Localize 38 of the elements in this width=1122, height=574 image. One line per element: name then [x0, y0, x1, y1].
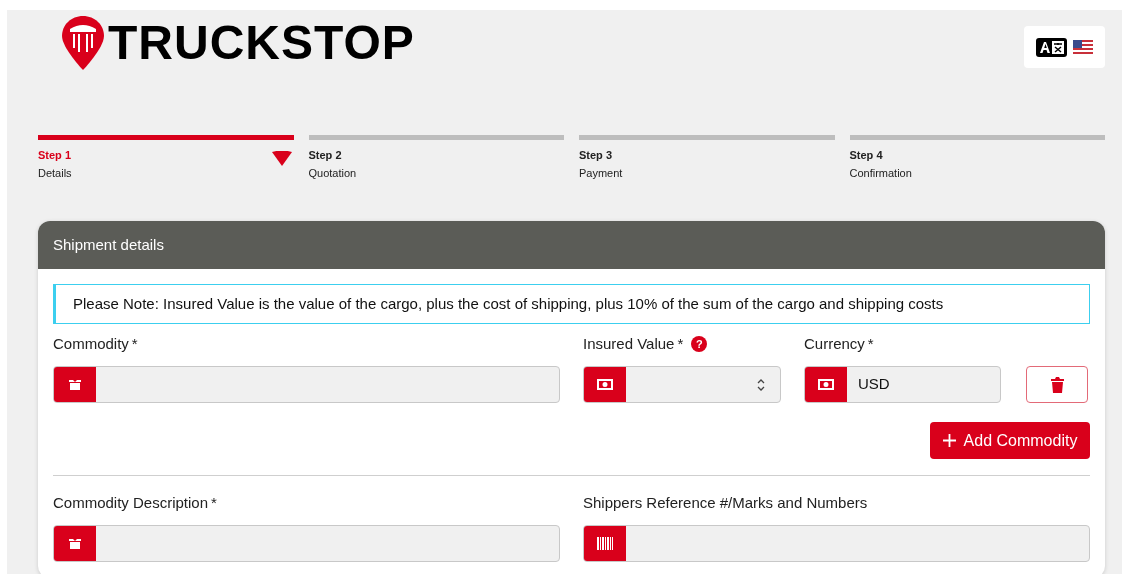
step-tab[interactable]: Step 1 Details — [38, 135, 294, 221]
barcode-icon — [597, 537, 613, 550]
input-field[interactable] — [583, 525, 1090, 562]
trash-icon — [1050, 376, 1064, 393]
required-mark: * — [677, 333, 684, 354]
required-mark: * — [867, 333, 874, 354]
banknote-icon — [597, 379, 613, 390]
note-banner: Please Note: Insured Value is the value of the cargo, plus the cost of shipping, plus 10% of the sum of the cargo and shipping costs — [53, 284, 1090, 324]
help-icon[interactable]: ? — [691, 336, 708, 352]
banknote-icon — [818, 379, 834, 390]
required-mark: * — [211, 492, 217, 513]
field-label: Shippers Reference #/Marks and Numbers — [583, 492, 868, 513]
plus-icon — [942, 434, 956, 447]
field-label: Currency — [804, 333, 865, 354]
input-field[interactable]: USD — [804, 366, 1001, 403]
step-tab[interactable]: Step 3 Payment — [579, 135, 835, 221]
add-commodity-button[interactable]: Add Commodity — [930, 422, 1090, 459]
truckstop-logo[interactable]: TRUCKSTOP — [62, 16, 415, 70]
field-label: Commodity Description — [53, 492, 209, 513]
box-icon — [68, 379, 82, 390]
delete-button[interactable] — [1026, 366, 1088, 403]
caret-icon — [271, 151, 292, 166]
field-value: USD — [857, 374, 891, 395]
flag-icon — [1073, 40, 1093, 54]
brand-name: TRUCKSTOP — [108, 19, 415, 67]
language-button[interactable] — [1024, 26, 1105, 68]
pin-icon — [62, 16, 104, 70]
step-tab[interactable]: Step 4 Confirmation — [849, 135, 1105, 221]
panel-title: Shipment details — [53, 234, 164, 255]
input-field[interactable] — [583, 366, 781, 403]
field-label: Insured Value — [583, 333, 675, 354]
box-icon — [68, 538, 82, 549]
input-field[interactable] — [53, 366, 560, 403]
input-field[interactable] — [53, 525, 560, 562]
field-label: Commodity — [53, 333, 129, 354]
required-mark: * — [131, 333, 138, 354]
translate-icon — [1036, 37, 1067, 57]
step-tab[interactable]: Step 2 Quotation — [308, 135, 564, 221]
